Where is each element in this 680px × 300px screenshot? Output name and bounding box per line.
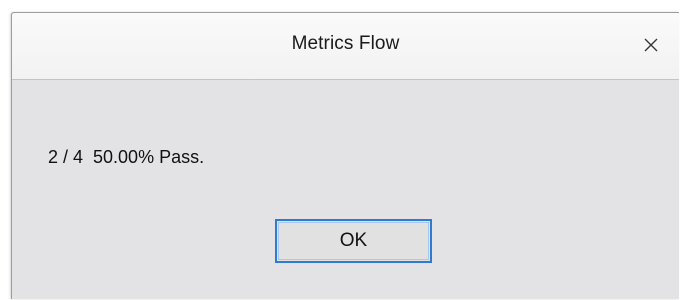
message-dialog: Metrics Flow 2 / 4 50.00% Pass. OK <box>11 12 679 299</box>
dialog-title: Metrics Flow <box>291 33 400 54</box>
close-button[interactable] <box>633 27 669 63</box>
ok-button[interactable]: OK <box>275 219 432 263</box>
result-message: 2 / 4 50.00% Pass. <box>48 147 205 167</box>
close-icon <box>644 38 658 52</box>
title-bar[interactable]: Metrics Flow <box>12 13 679 80</box>
